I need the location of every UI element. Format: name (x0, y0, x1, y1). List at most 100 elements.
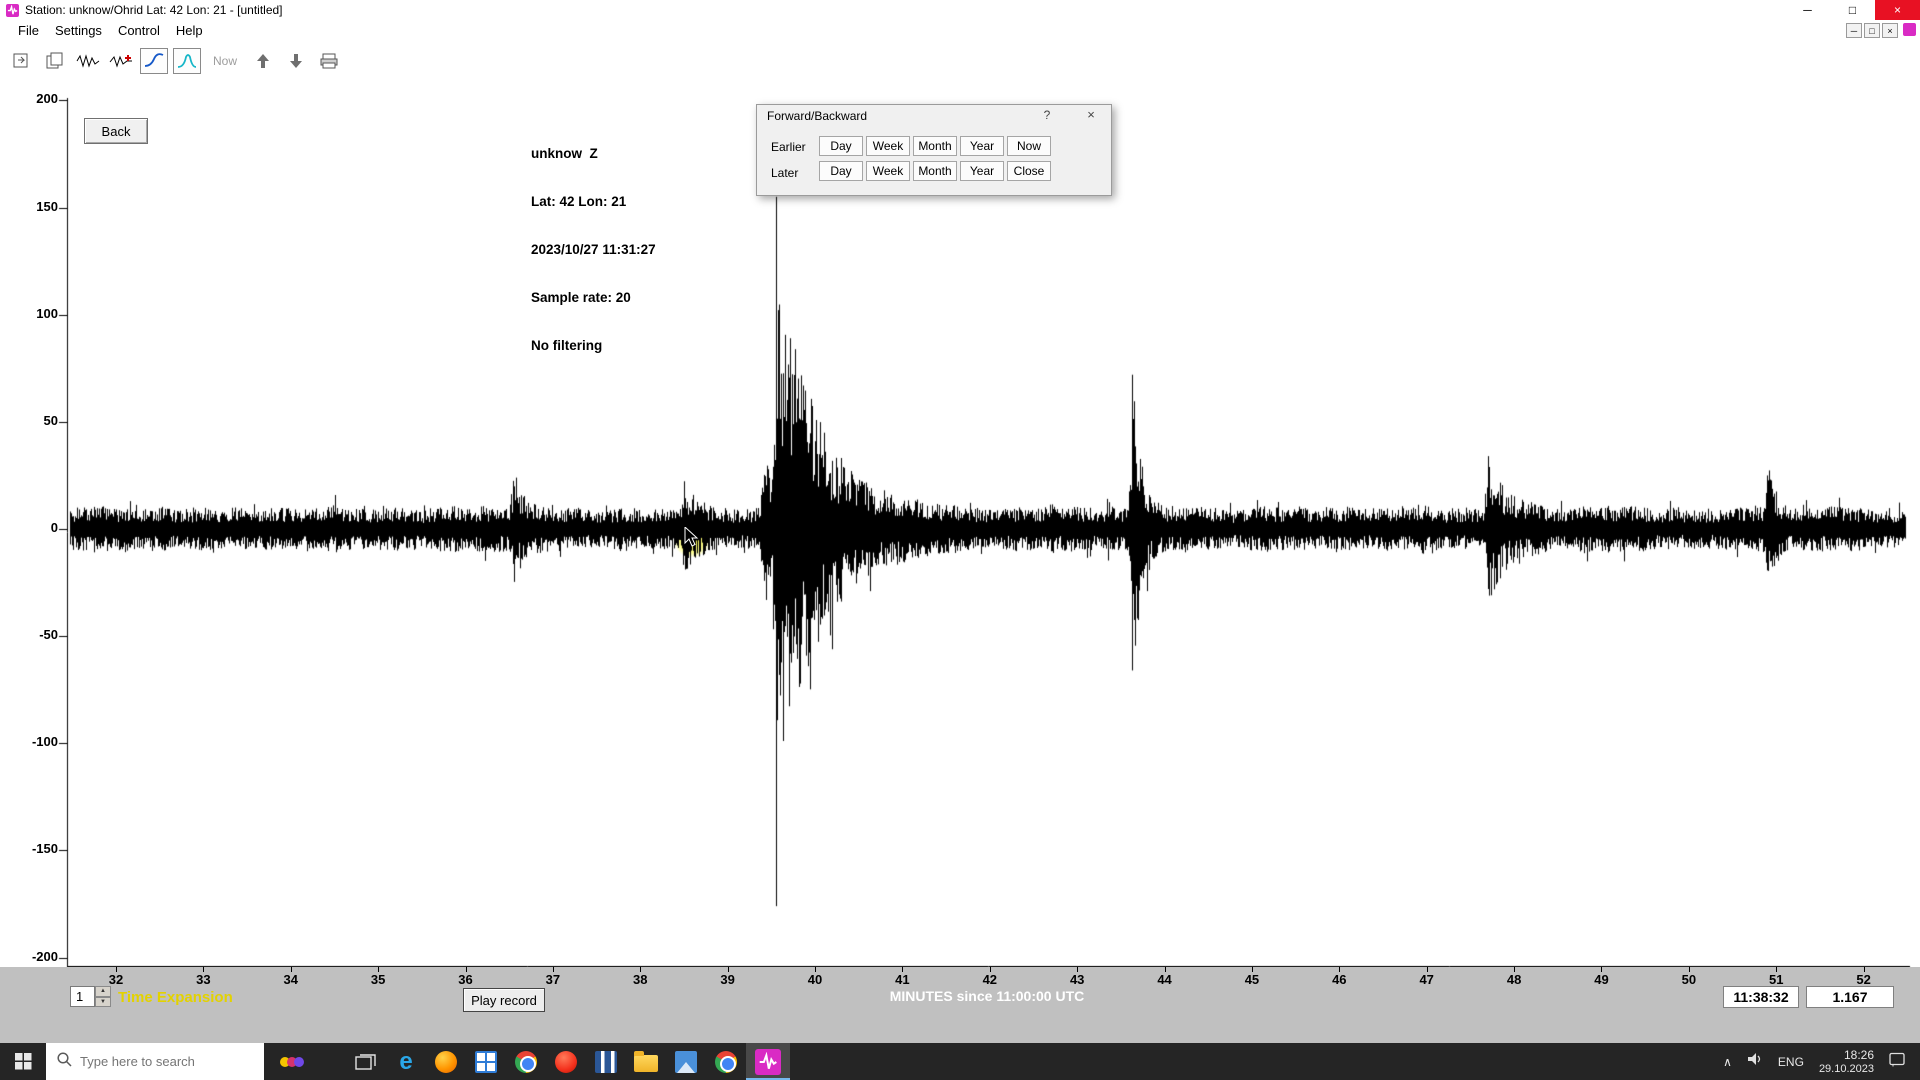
menu-help[interactable]: Help (168, 21, 211, 40)
tray-chevron-icon[interactable]: ∧ (1723, 1055, 1732, 1069)
menu-file[interactable]: File (10, 21, 47, 40)
scroll-down-icon[interactable] (282, 48, 310, 74)
station-info-line: Lat: 42 Lon: 21 (531, 194, 656, 210)
dialog-close-button[interactable]: Close (1007, 161, 1051, 181)
station-info-line: 2023/10/27 11:31:27 (531, 242, 656, 258)
mdi-window-buttons: ─ □ × (1846, 23, 1898, 38)
start-button[interactable] (0, 1043, 46, 1080)
photos-icon[interactable] (666, 1043, 706, 1080)
mouse-cursor-icon (684, 527, 700, 554)
x-tick-label: 46 (1319, 972, 1359, 987)
media-player-icon[interactable] (586, 1043, 626, 1080)
spinner-up-icon[interactable]: ▲ (95, 986, 111, 997)
station-info-line: Sample rate: 20 (531, 290, 656, 306)
scroll-up-icon[interactable] (249, 48, 277, 74)
app-icon (6, 4, 19, 17)
x-tick-label: 39 (708, 972, 748, 987)
x-tick-label: 43 (1057, 972, 1097, 987)
firefox-icon[interactable] (426, 1043, 466, 1080)
close-button[interactable]: × (1875, 0, 1920, 20)
copy-view-icon[interactable] (41, 48, 69, 74)
caption-buttons: ─ □ × (1785, 0, 1920, 20)
tray-clock[interactable]: 18:26 29.10.2023 (1819, 1048, 1874, 1076)
dialog-help-button[interactable]: ? (1039, 108, 1055, 122)
time-expansion-value[interactable]: 1 (70, 986, 95, 1007)
station-info: unknow Z Lat: 42 Lon: 21 2023/10/27 11:3… (531, 114, 656, 386)
system-tray: ∧ ENG 18:26 29.10.2023 (1723, 1048, 1920, 1076)
earlier-month-button[interactable]: Month (913, 136, 957, 156)
lowpass-filter-button[interactable] (140, 48, 168, 74)
utc-clock-display: 11:38:32 (1723, 986, 1799, 1008)
y-tick-label: 200 (10, 91, 58, 106)
x-tick-label: 38 (620, 972, 660, 987)
edge-icon[interactable]: e (386, 1043, 426, 1080)
play-record-button[interactable]: Play record (463, 988, 545, 1012)
seismograph-app-icon[interactable] (746, 1043, 790, 1080)
x-tick-label: 37 (533, 972, 573, 987)
file-explorer-icon[interactable] (626, 1043, 666, 1080)
mdi-minimize-button[interactable]: ─ (1846, 23, 1862, 38)
minimize-button[interactable]: ─ (1785, 0, 1830, 20)
bandpass-filter-button[interactable] (173, 48, 201, 74)
x-tick-label: 33 (183, 972, 223, 987)
back-button[interactable]: Back (84, 118, 148, 144)
taskbar-search[interactable] (46, 1043, 264, 1080)
earlier-week-button[interactable]: Week (866, 136, 910, 156)
language-indicator[interactable]: ENG (1778, 1055, 1804, 1069)
x-tick-label: 34 (271, 972, 311, 987)
time-expansion-spinner: ▲ ▼ (95, 986, 111, 1007)
station-info-line: unknow Z (531, 146, 656, 162)
y-tick-label: 150 (10, 199, 58, 214)
maximize-button[interactable]: □ (1830, 0, 1875, 20)
x-tick-label: 35 (358, 972, 398, 987)
later-label: Later (771, 166, 798, 180)
forward-backward-dialog: Forward/Backward ? × Earlier Day Week Mo… (756, 104, 1112, 196)
open-helicorder-icon[interactable] (8, 48, 36, 74)
waveform-extract-icon[interactable] (107, 48, 135, 74)
chrome-icon[interactable] (506, 1043, 546, 1080)
menu-settings[interactable]: Settings (47, 21, 110, 40)
task-view-icon[interactable] (346, 1043, 386, 1080)
earlier-year-button[interactable]: Year (960, 136, 1004, 156)
chrome-secondary-icon[interactable] (706, 1043, 746, 1080)
bottom-panel: 3233343536373839404142434445464748495051… (0, 967, 1920, 1043)
later-year-button[interactable]: Year (960, 161, 1004, 181)
y-tick-label: -150 (10, 841, 58, 856)
x-axis-caption: MINUTES since 11:00:00 UTC (54, 988, 1920, 1004)
browser-icon[interactable] (546, 1043, 586, 1080)
earlier-day-button[interactable]: Day (819, 136, 863, 156)
waveform-icon[interactable] (74, 48, 102, 74)
search-input[interactable] (80, 1054, 240, 1069)
x-tick-label: 50 (1669, 972, 1709, 987)
y-tick-label: -100 (10, 734, 58, 749)
search-icon (56, 1051, 72, 1072)
taskbar: e ∧ ENG 18:26 29.10.2023 (0, 1043, 1920, 1080)
x-tick-label: 32 (96, 972, 136, 987)
dialog-close-icon[interactable]: × (1083, 107, 1099, 122)
store-icon[interactable] (466, 1043, 506, 1080)
earlier-label: Earlier (771, 140, 806, 154)
now-button[interactable]: Now (206, 48, 244, 74)
widgets-icon[interactable] (264, 1043, 320, 1080)
later-week-button[interactable]: Week (866, 161, 910, 181)
spinner-down-icon[interactable]: ▼ (95, 997, 111, 1008)
volume-icon[interactable] (1747, 1052, 1763, 1071)
notification-center-icon[interactable] (1889, 1052, 1906, 1072)
print-icon[interactable] (315, 48, 343, 74)
x-tick-label: 49 (1581, 972, 1621, 987)
station-info-line: No filtering (531, 338, 656, 354)
x-tick-label: 47 (1407, 972, 1447, 987)
menu-control[interactable]: Control (110, 21, 168, 40)
mdi-close-button[interactable]: × (1882, 23, 1898, 38)
mdi-restore-button[interactable]: □ (1864, 23, 1880, 38)
window-title: Station: unknow/Ohrid Lat: 42 Lon: 21 - … (25, 3, 283, 17)
earlier-now-button[interactable]: Now (1007, 136, 1051, 156)
amplitude-value-display: 1.167 (1806, 986, 1894, 1008)
y-tick-label: 50 (10, 413, 58, 428)
later-month-button[interactable]: Month (913, 161, 957, 181)
y-tick-label: 100 (10, 306, 58, 321)
later-day-button[interactable]: Day (819, 161, 863, 181)
seismogram-canvas[interactable] (0, 80, 1920, 967)
x-tick-label: 48 (1494, 972, 1534, 987)
toolbar: Now (0, 41, 1920, 80)
